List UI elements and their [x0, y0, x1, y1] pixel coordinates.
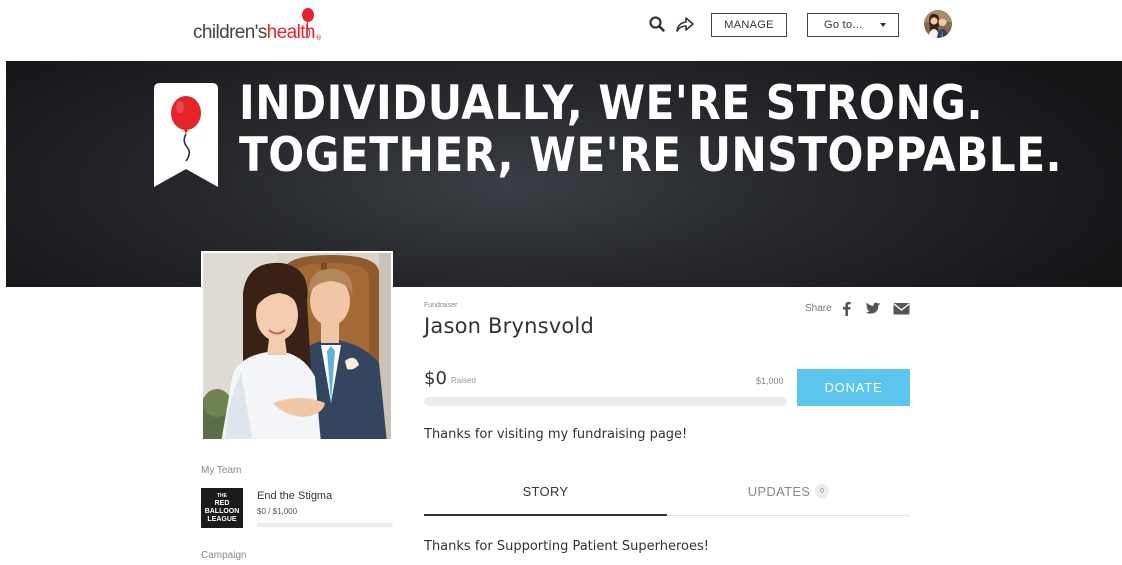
- tab-story-label: STORY: [522, 484, 569, 499]
- share-arrow-icon[interactable]: [675, 15, 695, 33]
- hero-banner: INDIVIDUALLY, WE'RE STRONG. TOGETHER, WE…: [6, 61, 1122, 287]
- email-icon[interactable]: [893, 301, 910, 316]
- story-updates-tabs: STORY UPDATES 0: [424, 478, 910, 516]
- fundraiser-label: Fundraiser: [424, 302, 458, 309]
- tab-updates[interactable]: UPDATES 0: [667, 478, 910, 516]
- hero-slogan: INDIVIDUALLY, WE'RE STRONG. TOGETHER, WE…: [239, 78, 1062, 182]
- facebook-icon[interactable]: [842, 301, 851, 316]
- couple-photo: [203, 253, 391, 439]
- goal-amount: $1,000: [756, 376, 784, 386]
- goto-dropdown[interactable]: Go to...: [807, 13, 899, 37]
- team-logo-line1: THE: [217, 493, 227, 499]
- manage-button-label: MANAGE: [724, 19, 774, 31]
- story-text: Thanks for Supporting Patient Superheroe…: [424, 539, 709, 554]
- donate-button-label: DONATE: [824, 380, 883, 395]
- campaign-label: Campaign: [201, 550, 247, 561]
- team-logo[interactable]: THE RED BALLOON LEAGUE: [201, 488, 243, 528]
- hero-slogan-line1: INDIVIDUALLY, WE'RE STRONG.: [239, 76, 984, 131]
- logo-balloon-icon: [302, 8, 314, 38]
- updates-count-badge: 0: [815, 484, 830, 498]
- raised-label: Raised: [451, 376, 476, 385]
- tab-story[interactable]: STORY: [424, 478, 667, 516]
- team-progress-bar: [257, 523, 393, 527]
- fundraiser-name: Jason Brynsvold: [424, 314, 594, 338]
- share-label: Share: [805, 303, 832, 314]
- tab-updates-label: UPDATES: [747, 484, 811, 499]
- team-amount: $0 / $1,000: [257, 507, 298, 516]
- fundraising-progress-bar: [424, 397, 787, 406]
- top-navigation-bar: children'shealth ® MANAGE Go to...: [0, 0, 1122, 60]
- chevron-down-icon: [880, 23, 886, 27]
- thanks-message: Thanks for visiting my fundraising page!: [424, 427, 688, 442]
- logo-trademark: ®: [315, 34, 322, 42]
- logo-text-childrens: children's: [193, 22, 267, 43]
- team-name-link[interactable]: End the Stigma: [257, 490, 332, 502]
- childrens-health-logo[interactable]: children'shealth: [193, 22, 315, 44]
- avatar-photo: [924, 10, 952, 38]
- goto-dropdown-label: Go to...: [824, 19, 863, 31]
- team-logo-line2: RED BALLOON: [204, 500, 240, 515]
- fundraiser-profile-photo: [201, 251, 393, 441]
- my-team-label: My Team: [201, 465, 242, 476]
- red-balloon-ribbon-icon: [154, 83, 218, 187]
- team-logo-line3: LEAGUE: [207, 516, 237, 523]
- search-icon[interactable]: [648, 15, 666, 33]
- manage-button[interactable]: MANAGE: [711, 13, 787, 37]
- hero-slogan-line2: TOGETHER, WE'RE UNSTOPPABLE.: [239, 128, 1063, 183]
- donate-button[interactable]: DONATE: [797, 369, 910, 406]
- twitter-icon[interactable]: [865, 301, 881, 316]
- user-avatar[interactable]: [924, 10, 952, 38]
- raised-amount: $0: [424, 368, 447, 389]
